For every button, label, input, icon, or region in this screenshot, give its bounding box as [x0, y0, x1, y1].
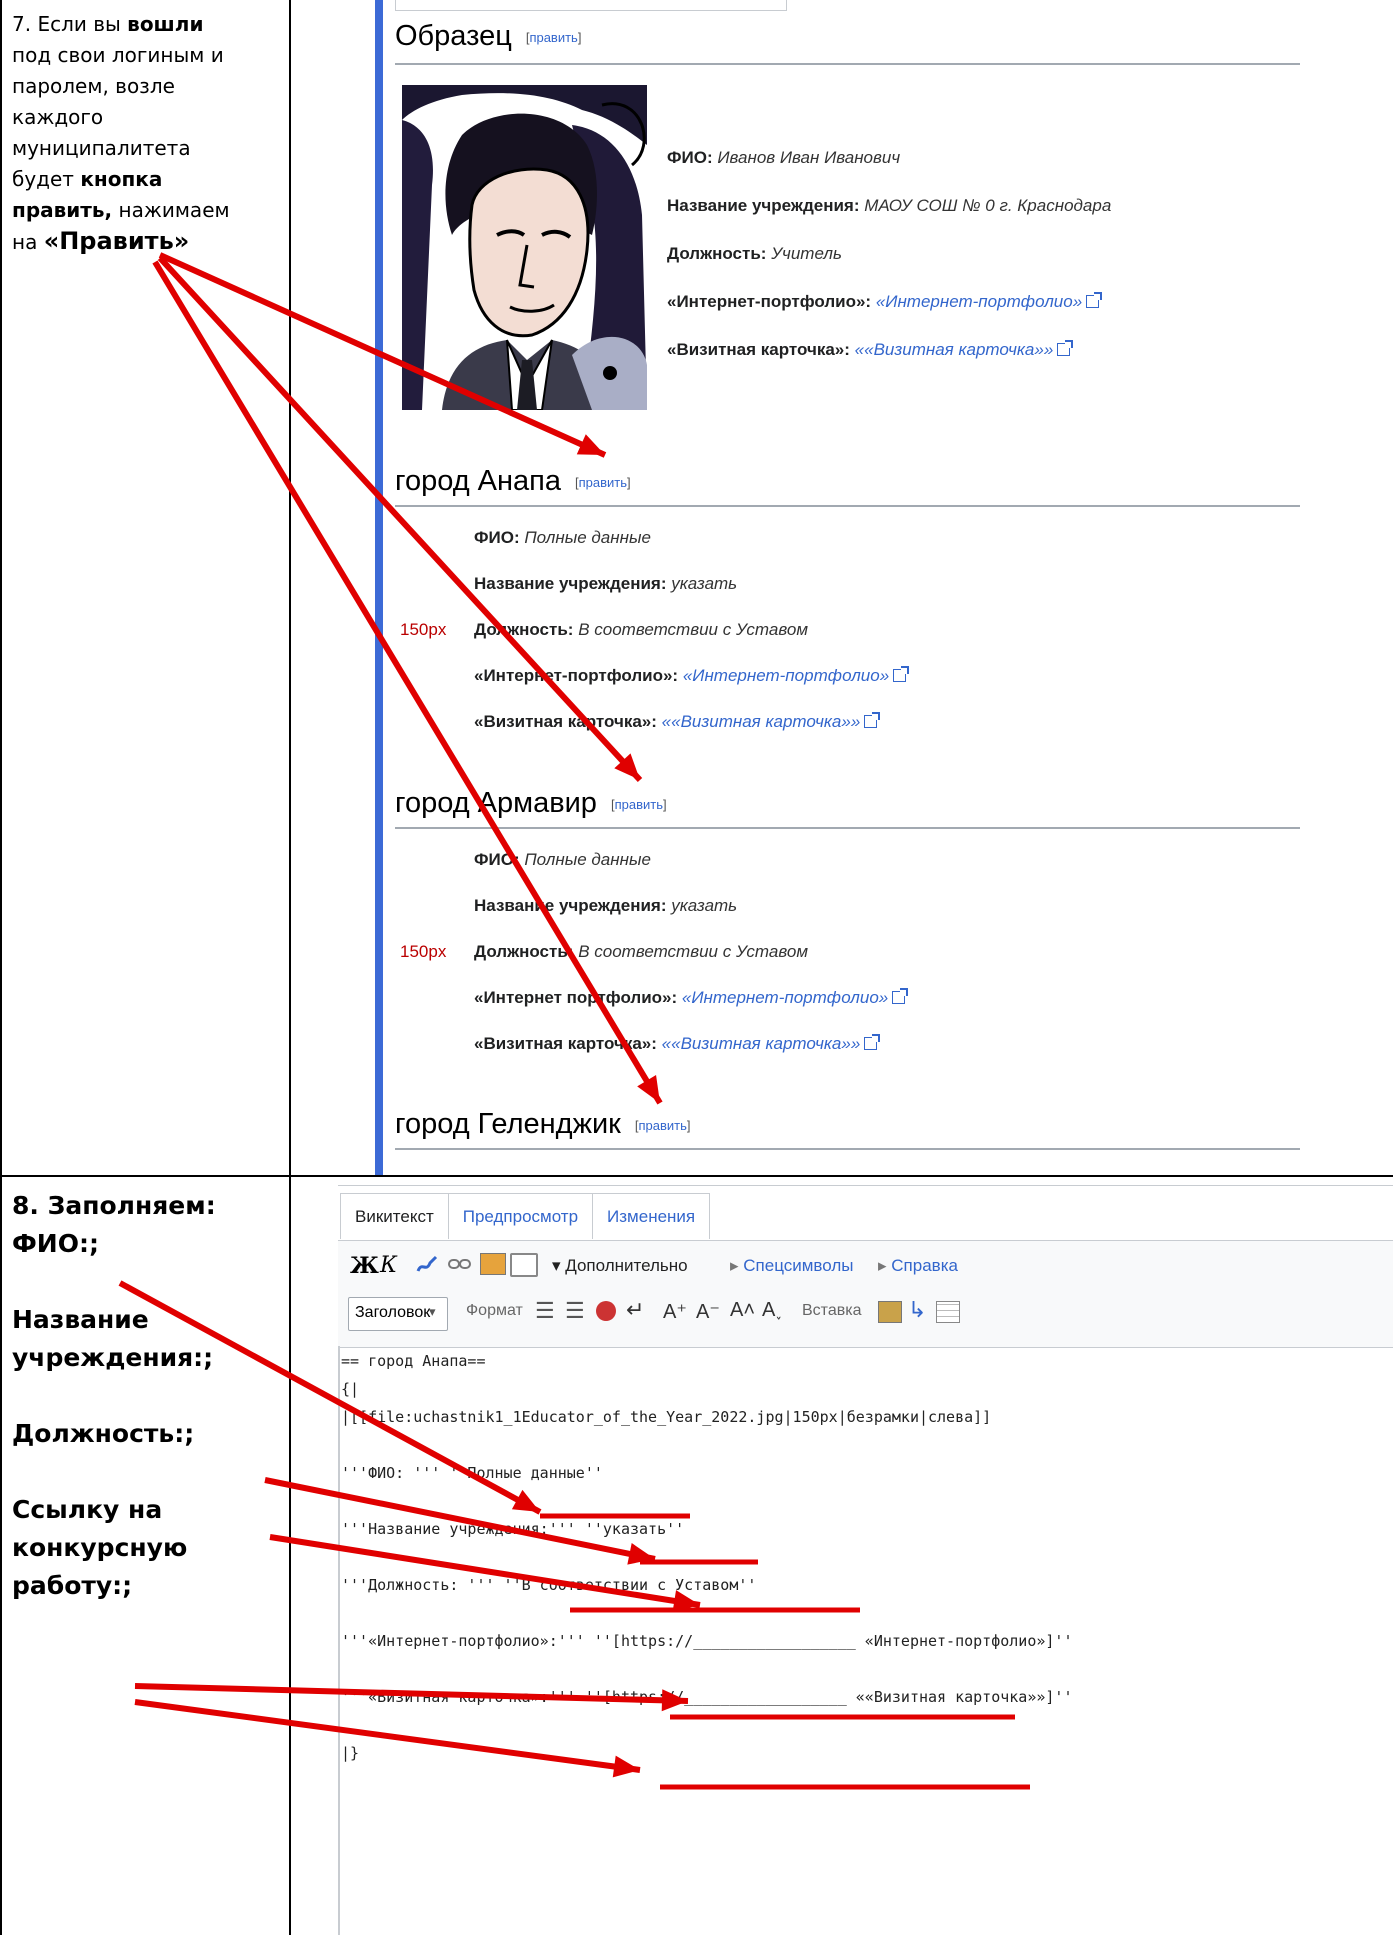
red-arrow [264, 1477, 656, 1565]
red-arrow [157, 255, 643, 783]
red-arrow [134, 1699, 641, 1778]
red-arrow [118, 1280, 542, 1515]
red-arrow [152, 260, 663, 1105]
red-arrow [134, 1683, 689, 1712]
red-arrow [158, 252, 607, 458]
annotation-arrows [118, 252, 1030, 1790]
